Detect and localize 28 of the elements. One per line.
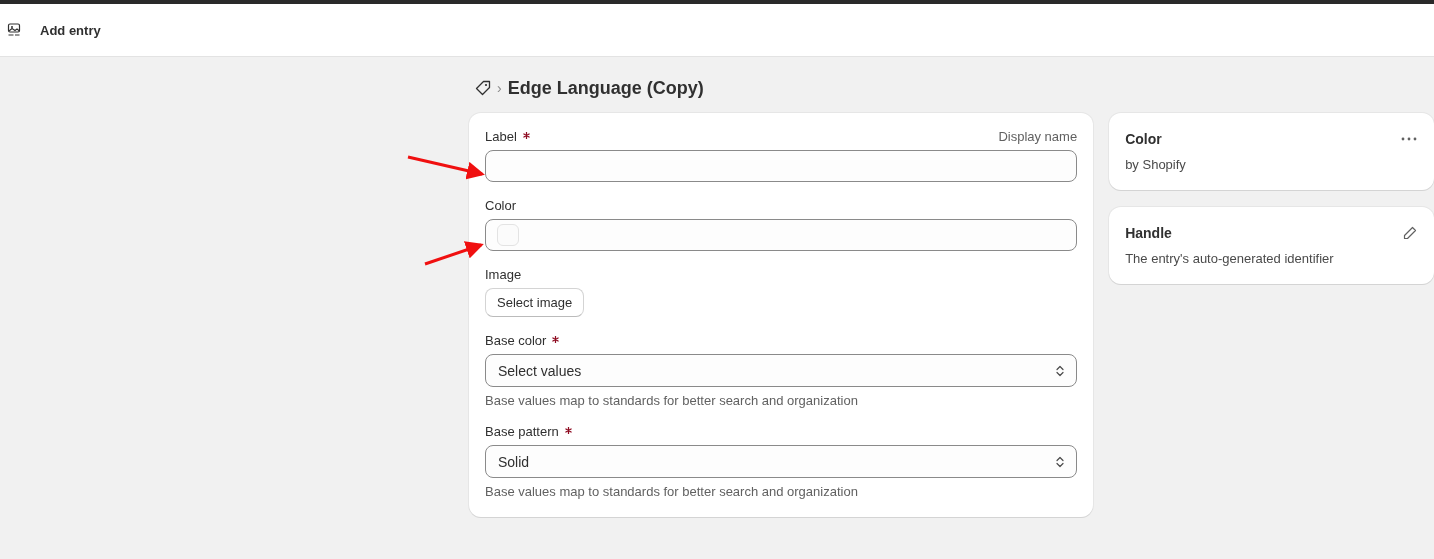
- color-swatch[interactable]: [497, 224, 519, 246]
- card-subtitle: by Shopify: [1125, 157, 1187, 172]
- image-icon: [7, 23, 21, 37]
- breadcrumb-separator: ›: [497, 80, 502, 96]
- color-field[interactable]: [485, 219, 1078, 251]
- select-image-button[interactable]: Select image: [485, 288, 585, 317]
- more-icon[interactable]: [1401, 137, 1418, 141]
- card-subtitle: The entry's auto-generated identifier: [1125, 251, 1335, 266]
- select-field[interactable]: Solid: [485, 445, 1078, 478]
- field-label: Image: [485, 267, 522, 282]
- field-label: Label: [485, 129, 517, 144]
- input-field[interactable]: [485, 150, 1078, 182]
- annotation-arrow: [424, 241, 484, 266]
- select-field[interactable]: Select values: [485, 354, 1078, 387]
- page-title: Edge Language (Copy): [507, 77, 704, 99]
- pencil-icon[interactable]: [1403, 226, 1418, 240]
- help-text: Base values map to standards for better search and organization: [485, 484, 859, 499]
- field-label: Color: [485, 198, 517, 213]
- header-title: Add entry: [40, 22, 101, 38]
- help-text: Base values map to standards for better search and organization: [485, 393, 859, 408]
- card-title: Color: [1125, 131, 1162, 147]
- chevron-up-down-icon: [1056, 455, 1065, 468]
- field-label: Base pattern: [485, 424, 559, 439]
- card-title: Handle: [1125, 225, 1172, 241]
- field-hint: Display name: [998, 129, 1078, 144]
- field-label: Base color: [485, 333, 547, 348]
- tag-icon[interactable]: [475, 80, 491, 96]
- chevron-up-down-icon: [1056, 364, 1065, 377]
